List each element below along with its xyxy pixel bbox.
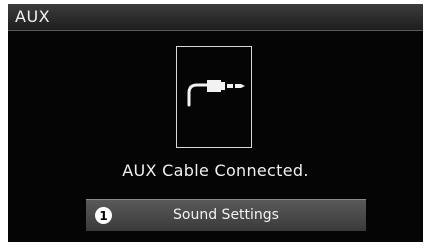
aux-screen: AUX AUX Cable Connected. 1 Sound Setting…: [8, 4, 423, 242]
sound-settings-label: Sound Settings: [173, 207, 279, 223]
sound-settings-button[interactable]: 1 Sound Settings: [86, 199, 366, 231]
title-bar: AUX: [8, 4, 423, 31]
page-title: AUX: [15, 7, 51, 26]
aux-cable-icon: [187, 80, 245, 107]
connection-status: AUX Cable Connected.: [122, 161, 309, 180]
aux-cable-icon-frame: [176, 46, 252, 148]
